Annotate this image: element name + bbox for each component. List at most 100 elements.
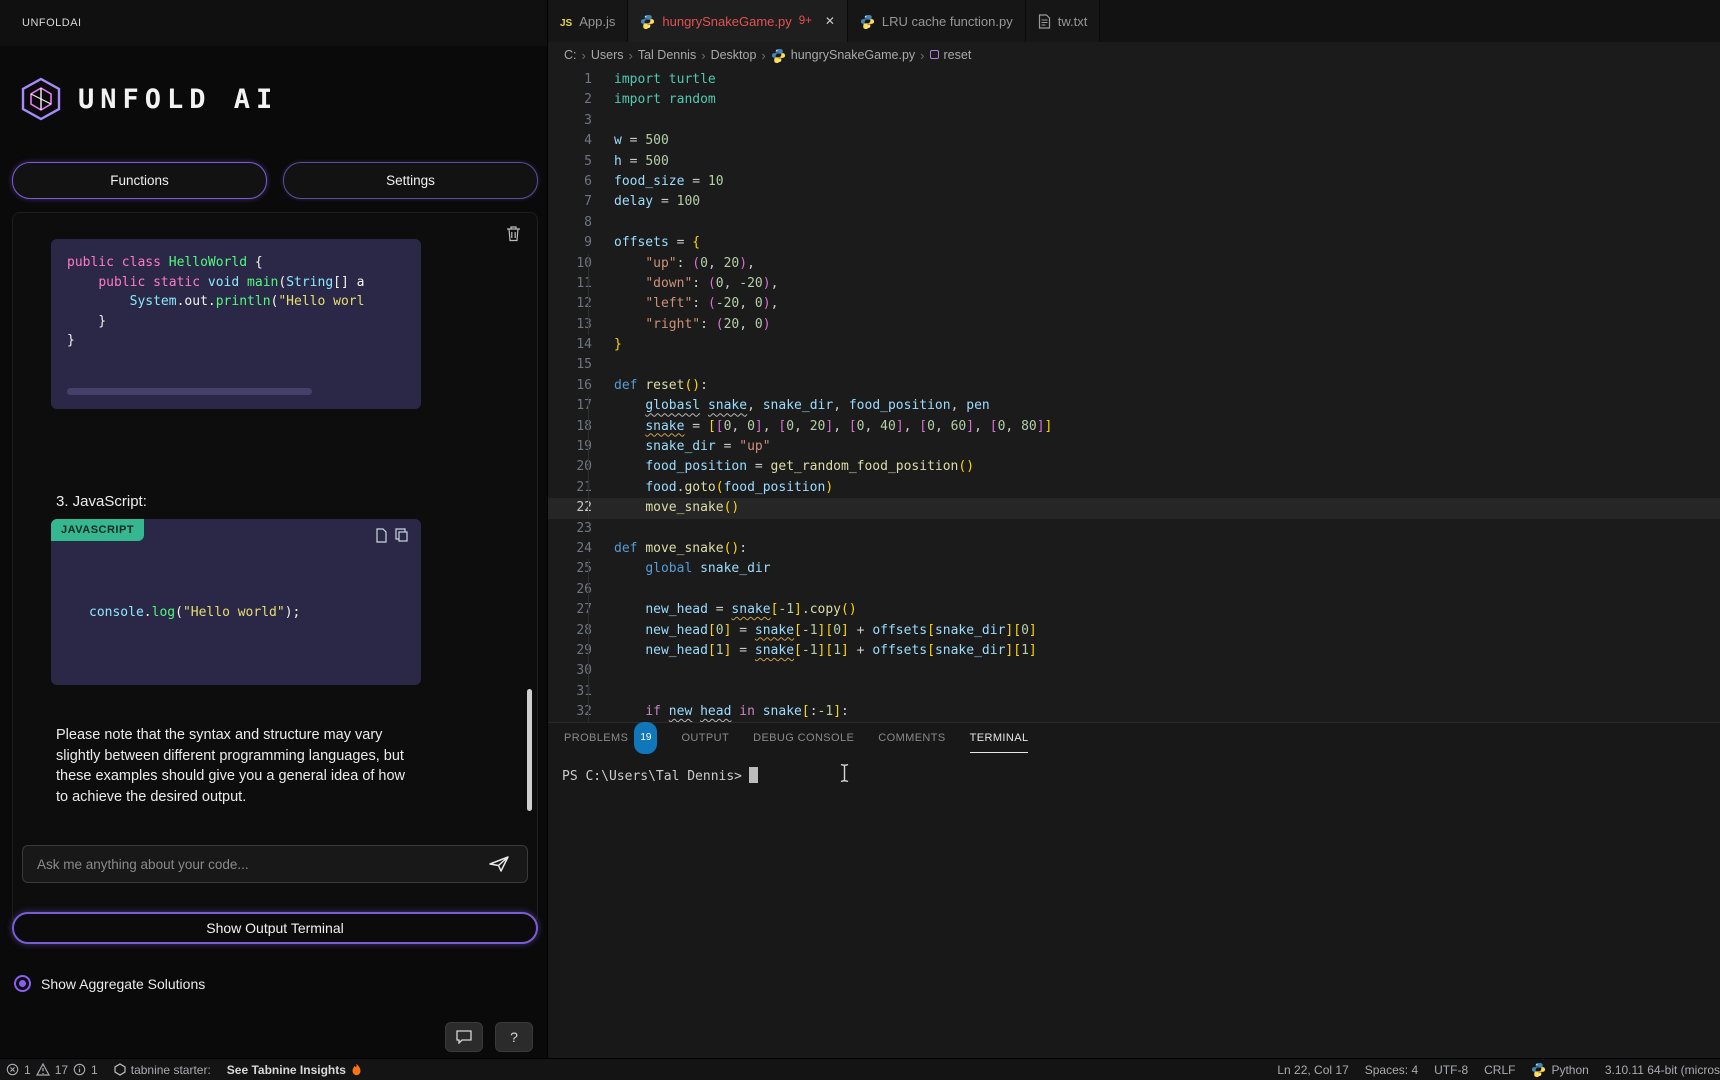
line-number[interactable]: 12 — [548, 294, 592, 314]
code-line[interactable]: 4w = 500 — [548, 131, 1720, 151]
line-number[interactable]: 19 — [548, 437, 592, 457]
breadcrumb-item[interactable]: C: — [564, 48, 577, 62]
interpreter-version[interactable]: 3.10.11 64-bit (micros — [1605, 1063, 1720, 1077]
breadcrumb-item[interactable]: Tal Dennis — [638, 48, 696, 62]
line-number[interactable]: 26 — [548, 580, 592, 600]
code-line[interactable]: 7delay = 100 — [548, 192, 1720, 212]
code-line[interactable]: 6food_size = 10 — [548, 172, 1720, 192]
language-mode[interactable]: Python — [1531, 1062, 1588, 1077]
code-line[interactable]: 3 — [548, 111, 1720, 131]
line-number[interactable]: 29 — [548, 641, 592, 661]
settings-tab-button[interactable]: Settings — [283, 162, 538, 199]
line-number[interactable]: 1 — [548, 70, 592, 90]
line-number[interactable]: 4 — [548, 131, 592, 151]
code-line[interactable]: 26 — [548, 580, 1720, 600]
line-number[interactable]: 24 — [548, 539, 592, 559]
line-number[interactable]: 21 — [548, 478, 592, 498]
line-number[interactable]: 15 — [548, 355, 592, 375]
code-line[interactable]: 32 if new head in snake[:-1]: — [548, 702, 1720, 722]
code-line[interactable]: 25 global snake_dir — [548, 559, 1720, 579]
line-number[interactable]: 2 — [548, 90, 592, 110]
line-number[interactable]: 18 — [548, 417, 592, 437]
feedback-button[interactable] — [445, 1022, 483, 1052]
code-line[interactable]: 2import random — [548, 90, 1720, 110]
code-line[interactable]: 23 — [548, 519, 1720, 539]
copy-file-icon[interactable] — [375, 528, 388, 543]
close-tab-icon[interactable]: ✕ — [825, 14, 835, 28]
line-number[interactable]: 27 — [548, 600, 592, 620]
code-line[interactable]: 28 new_head[0] = snake[-1][0] + offsets[… — [548, 621, 1720, 641]
line-number[interactable]: 10 — [548, 254, 592, 274]
code-block-scrollbar[interactable] — [67, 388, 312, 395]
code-line[interactable]: 20 food_position = get_random_food_posit… — [548, 457, 1720, 477]
line-number[interactable]: 22 — [548, 498, 592, 518]
line-number[interactable]: 16 — [548, 376, 592, 396]
editor-tab-hungrysnakegame.py[interactable]: hungrySnakeGame.py9+✕ — [628, 0, 848, 42]
panel-tab-terminal[interactable]: TERMINAL — [970, 723, 1029, 753]
copy-icon[interactable] — [395, 528, 409, 543]
code-line[interactable]: 29 new_head[1] = snake[-1][1] + offsets[… — [548, 641, 1720, 661]
code-line[interactable]: 15 — [548, 355, 1720, 375]
chat-input[interactable] — [22, 845, 528, 883]
panel-tab-output[interactable]: OUTPUT — [681, 723, 729, 753]
show-output-terminal-button[interactable]: Show Output Terminal — [12, 912, 538, 944]
clear-chat-button[interactable] — [506, 225, 521, 242]
code-line[interactable]: 1import turtle — [548, 70, 1720, 90]
line-number[interactable]: 14 — [548, 335, 592, 355]
tabnine-insights-link[interactable]: See Tabnine Insights — [227, 1063, 362, 1077]
line-number[interactable]: 20 — [548, 457, 592, 477]
code-line[interactable]: 12 "left": (-20, 0), — [548, 294, 1720, 314]
tabnine-status[interactable]: tabnine starter: — [114, 1063, 211, 1077]
indentation[interactable]: Spaces: 4 — [1365, 1063, 1418, 1077]
line-number[interactable]: 23 — [548, 519, 592, 539]
line-number[interactable]: 32 — [548, 702, 592, 722]
code-line[interactable]: 30 — [548, 661, 1720, 681]
terminal[interactable]: PS C:\Users\Tal Dennis> — [548, 753, 1720, 1058]
breadcrumb-item[interactable]: reset — [930, 48, 972, 62]
code-line[interactable]: 14} — [548, 335, 1720, 355]
functions-tab-button[interactable]: Functions — [12, 162, 267, 199]
line-number[interactable]: 8 — [548, 213, 592, 233]
code-editor[interactable]: 1import turtle2import random34w = 5005h … — [548, 68, 1720, 722]
code-line[interactable]: 19 snake_dir = "up" — [548, 437, 1720, 457]
code-line[interactable]: 31 — [548, 682, 1720, 702]
code-line[interactable]: 16def reset(): — [548, 376, 1720, 396]
problems-summary[interactable]: 1 17 1 — [6, 1063, 98, 1077]
line-number[interactable]: 7 — [548, 192, 592, 212]
editor-tab-tw.txt[interactable]: tw.txt — [1026, 0, 1101, 42]
line-number[interactable]: 9 — [548, 233, 592, 253]
help-button[interactable]: ? — [495, 1022, 533, 1052]
line-number[interactable]: 30 — [548, 661, 592, 681]
editor-tab-app.js[interactable]: JSApp.js — [548, 0, 628, 42]
line-number[interactable]: 5 — [548, 152, 592, 172]
editor-tab-lru-cache-function.py[interactable]: LRU cache function.py — [848, 0, 1026, 42]
line-number[interactable]: 31 — [548, 682, 592, 702]
breadcrumb-item[interactable]: Desktop — [711, 48, 757, 62]
line-number[interactable]: 28 — [548, 621, 592, 641]
code-line[interactable]: 24def move_snake(): — [548, 539, 1720, 559]
code-line[interactable]: 5h = 500 — [548, 152, 1720, 172]
line-number[interactable]: 6 — [548, 172, 592, 192]
encoding[interactable]: UTF-8 — [1434, 1063, 1468, 1077]
code-line[interactable]: 13 "right": (20, 0) — [548, 315, 1720, 335]
line-number[interactable]: 11 — [548, 274, 592, 294]
code-line[interactable]: 18 snake = [[0, 0], [0, 20], [0, 40], [0… — [548, 417, 1720, 437]
eol[interactable]: CRLF — [1484, 1063, 1515, 1077]
code-line[interactable]: 9offsets = { — [548, 233, 1720, 253]
panel-tab-debug-console[interactable]: DEBUG CONSOLE — [753, 723, 854, 753]
aggregate-solutions-radio[interactable]: Show Aggregate Solutions — [14, 975, 205, 992]
code-line[interactable]: 11 "down": (0, -20), — [548, 274, 1720, 294]
code-line[interactable]: 10 "up": (0, 20), — [548, 254, 1720, 274]
send-button[interactable] — [488, 850, 522, 878]
breadcrumb-item[interactable]: hungrySnakeGame.py — [771, 48, 915, 63]
panel-tab-comments[interactable]: COMMENTS — [878, 723, 945, 753]
code-line[interactable]: 8 — [548, 213, 1720, 233]
breadcrumb-item[interactable]: Users — [591, 48, 624, 62]
line-number[interactable]: 25 — [548, 559, 592, 579]
cursor-position[interactable]: Ln 22, Col 17 — [1277, 1063, 1348, 1077]
code-line[interactable]: 27 new_head = snake[-1].copy() — [548, 600, 1720, 620]
line-number[interactable]: 17 — [548, 396, 592, 416]
panel-tab-problems[interactable]: PROBLEMS19 — [564, 723, 657, 753]
code-line[interactable]: 22 move_snake() — [548, 498, 1720, 518]
line-number[interactable]: 13 — [548, 315, 592, 335]
